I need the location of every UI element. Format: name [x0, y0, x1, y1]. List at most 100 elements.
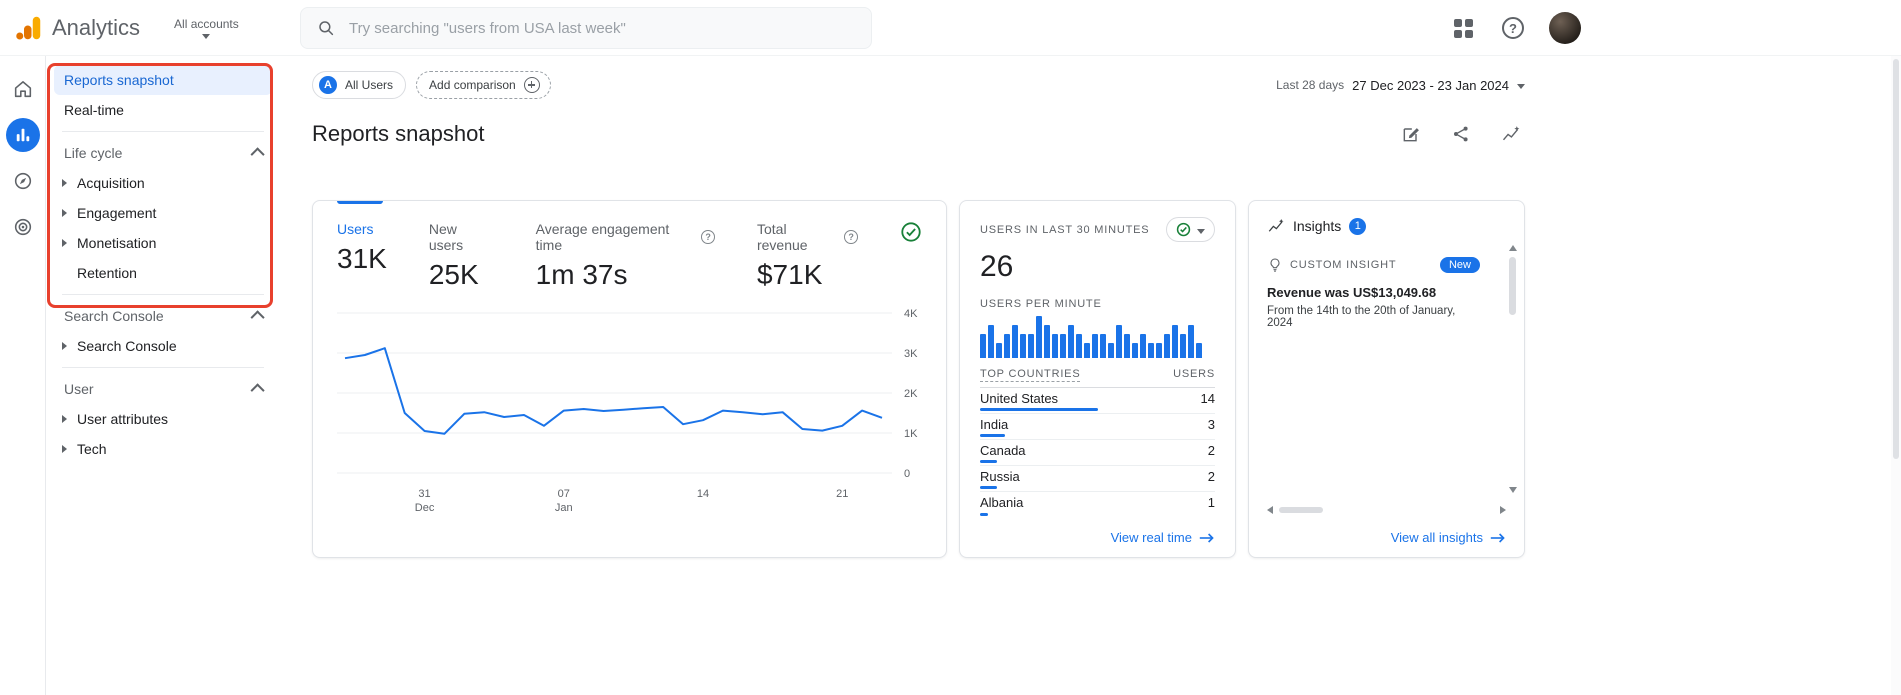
- minute-bar: [1052, 334, 1058, 358]
- expand-triangle-icon: [62, 209, 67, 217]
- scroll-left-icon[interactable]: [1267, 506, 1273, 514]
- audience-initial-badge: A: [319, 76, 337, 94]
- minute-bar: [1060, 334, 1066, 358]
- view-all-insights-link[interactable]: View all insights: [1267, 530, 1506, 545]
- chevron-up-icon: [250, 147, 265, 162]
- table-row[interactable]: Canada 2: [980, 440, 1215, 466]
- svg-text:31: 31: [418, 488, 430, 500]
- country-bar: [980, 486, 997, 489]
- country-name: Canada: [980, 443, 1026, 458]
- report-cards: Users 31K New users 25K Average engageme…: [312, 200, 1525, 558]
- advertising-target-icon: [14, 218, 31, 236]
- metric-new-users[interactable]: New users 25K: [429, 221, 494, 291]
- sidebar-item-search-console[interactable]: Search Console: [46, 331, 280, 361]
- page-actions: [1397, 120, 1525, 148]
- home-nav-button[interactable]: [6, 72, 40, 106]
- scroll-up-icon[interactable]: [1509, 245, 1517, 251]
- svg-text:0: 0: [904, 468, 910, 480]
- advertising-nav-button[interactable]: [6, 210, 40, 244]
- page-title: Reports snapshot: [312, 121, 485, 146]
- sidebar-item-tech[interactable]: Tech: [46, 434, 280, 464]
- arrow-right-icon: [1199, 532, 1214, 543]
- country-bar: [980, 408, 1098, 411]
- edit-icon: [1403, 128, 1419, 142]
- search-input[interactable]: [349, 19, 855, 37]
- date-range-value: 27 Dec 2023 - 23 Jan 2024: [1352, 77, 1509, 93]
- help-button[interactable]: ?: [1499, 14, 1527, 42]
- metric-users[interactable]: Users 31K: [337, 221, 387, 275]
- sidebar-item-reports-snapshot[interactable]: Reports snapshot: [54, 65, 272, 95]
- expand-triangle-icon: [62, 342, 67, 350]
- expand-triangle-icon: [62, 179, 67, 187]
- chevron-down-icon: [1517, 84, 1525, 89]
- sidebar-item-acquisition[interactable]: Acquisition: [46, 168, 280, 198]
- insights-horizontal-scrollbar[interactable]: [1267, 504, 1506, 516]
- table-row[interactable]: Albania 1: [980, 492, 1215, 518]
- help-icon[interactable]: ?: [701, 230, 715, 244]
- metric-label: Users: [337, 221, 374, 237]
- minute-bar: [1180, 334, 1186, 358]
- avatar[interactable]: [1549, 12, 1581, 44]
- minute-bar: [1124, 334, 1130, 358]
- help-icon[interactable]: ?: [844, 230, 858, 244]
- sidebar-section-life-cycle[interactable]: Life cycle: [46, 138, 280, 168]
- svg-text:1K: 1K: [904, 428, 918, 440]
- country-name: India: [980, 417, 1009, 432]
- expand-triangle-icon: [62, 415, 67, 423]
- country-users: 2: [1207, 469, 1215, 484]
- logo-area: Analytics All accounts: [0, 13, 239, 43]
- data-quality-badge[interactable]: [900, 221, 922, 243]
- link-label: View real time: [1110, 530, 1192, 545]
- sidebar-item-engagement[interactable]: Engagement: [46, 198, 280, 228]
- scrollbar-thumb[interactable]: [1893, 59, 1899, 459]
- sidebar-item-label: Engagement: [77, 205, 157, 221]
- svg-text:Jan: Jan: [555, 502, 573, 514]
- all-users-chip[interactable]: A All Users: [312, 71, 407, 99]
- minute-bar: [1172, 325, 1178, 358]
- page-scrollbar[interactable]: [1891, 56, 1901, 695]
- insight-subtext: From the 14th to the 20th of January, 20…: [1267, 305, 1456, 329]
- check-circle-icon: [901, 222, 921, 242]
- sidebar-item-real-time[interactable]: Real-time: [46, 95, 270, 125]
- apps-grid-button[interactable]: [1449, 14, 1477, 42]
- reports-nav-button[interactable]: [5, 118, 40, 152]
- metric-total-revenue[interactable]: Total revenue ? $71K: [757, 221, 858, 291]
- sidebar-divider: [62, 294, 264, 295]
- table-row[interactable]: India 3: [980, 414, 1215, 440]
- minute-bar: [1076, 334, 1082, 358]
- sidebar-section-search-console[interactable]: Search Console: [46, 301, 280, 331]
- chevron-up-icon: [250, 310, 265, 325]
- accounts-switcher[interactable]: All accounts: [174, 17, 239, 39]
- insights-count-badge: 1: [1349, 217, 1367, 235]
- scrollbar-thumb[interactable]: [1279, 507, 1323, 513]
- explore-nav-button[interactable]: [6, 164, 40, 198]
- metric-avg-engagement-time[interactable]: Average engagement time ? 1m 37s: [536, 221, 715, 291]
- date-range-picker[interactable]: Last 28 days 27 Dec 2023 - 23 Jan 2024: [1276, 78, 1525, 93]
- scroll-right-icon[interactable]: [1500, 506, 1506, 514]
- sidebar-item-monetisation[interactable]: Monetisation: [46, 228, 280, 258]
- search-bar[interactable]: [300, 7, 872, 49]
- sidebar-item-label: Acquisition: [77, 175, 145, 191]
- customize-report-button[interactable]: [1397, 120, 1425, 148]
- analytics-logo-icon[interactable]: [14, 13, 44, 43]
- view-real-time-link[interactable]: View real time: [980, 530, 1215, 545]
- insight-headline[interactable]: Revenue was US$13,049.68: [1267, 285, 1506, 300]
- sidebar-item-user-attributes[interactable]: User attributes: [46, 404, 280, 434]
- scrollbar-thumb[interactable]: [1509, 257, 1516, 315]
- table-row[interactable]: Russia 2: [980, 466, 1215, 492]
- realtime-status-dropdown[interactable]: [1166, 217, 1215, 242]
- bar-chart-icon: [16, 128, 29, 142]
- sidebar-item-label: Search Console: [77, 338, 177, 354]
- sidebar-item-retention[interactable]: Retention: [46, 258, 280, 288]
- users-per-minute-label: USERS PER MINUTE: [980, 298, 1102, 310]
- top-countries-header: TOP COUNTRIES: [980, 368, 1081, 382]
- table-row[interactable]: United States 14: [980, 388, 1215, 414]
- scroll-down-icon[interactable]: [1509, 487, 1517, 493]
- minute-bar: [1140, 334, 1146, 358]
- sidebar-section-user[interactable]: User: [46, 374, 280, 404]
- add-comparison-chip[interactable]: Add comparison: [416, 71, 551, 99]
- sidebar-divider: [62, 367, 264, 368]
- insights-vertical-scrollbar[interactable]: [1507, 245, 1519, 493]
- insights-panel-button[interactable]: [1497, 120, 1525, 148]
- share-report-button[interactable]: [1447, 120, 1475, 148]
